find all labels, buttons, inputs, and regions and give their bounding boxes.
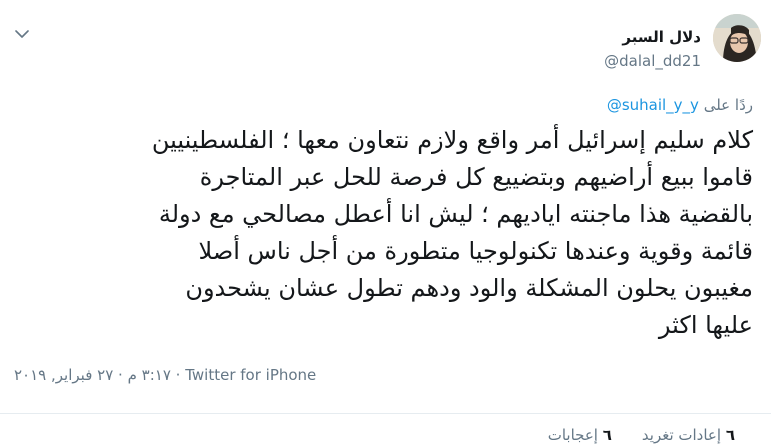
tweet-line: قائمة وقوية وعندها تكنولوجيا متطورة من أ… xyxy=(198,237,753,265)
retweets-stat[interactable]: ٦ إعادات تغريد xyxy=(642,426,735,444)
retweets-count: ٦ xyxy=(725,426,735,444)
tweet-line: مغيبون يحلون المشكلة والود ودهم تطول عشا… xyxy=(185,274,753,302)
reply-prefix: ردًا على xyxy=(703,96,753,114)
likes-label: إعجابات xyxy=(547,426,598,444)
tweet-time[interactable]: ٣:١٧ م xyxy=(128,366,171,384)
tweet-text: كلام سليم إسرائيل أمر واقع ولازم نتعاون … xyxy=(13,122,753,344)
divider xyxy=(0,413,771,414)
tweet-metadata: ٢٧ فبراير, ٢٠١٩ · ٣:١٧ م · Twitter for i… xyxy=(14,366,316,384)
tweet-line: بالقضية هذا ماجنته اياديهم ؛ ليش انا أعط… xyxy=(158,200,753,228)
user-handle[interactable]: @dalal_dd21 xyxy=(604,52,701,70)
tweet-card: دلال السبر @dalal_dd21 ردًا على @suhail_… xyxy=(0,0,771,448)
reply-context: ردًا على @suhail_y_y xyxy=(607,96,753,114)
likes-stat[interactable]: ٦ إعجابات xyxy=(548,426,612,444)
tweet-line: كلام سليم إسرائيل أمر واقع ولازم نتعاون … xyxy=(151,126,753,154)
reply-mention-link[interactable]: @suhail_y_y xyxy=(607,96,699,114)
retweets-label: إعادات تغريد xyxy=(641,426,722,444)
tweet-line: قاموا ببيع أراضيهم وبتضييع كل فرصة للحل … xyxy=(199,163,753,191)
meta-separator: · xyxy=(175,366,186,384)
avatar[interactable] xyxy=(713,14,761,62)
likes-count: ٦ xyxy=(602,426,612,444)
avatar-image xyxy=(713,14,761,62)
tweet-source[interactable]: Twitter for iPhone xyxy=(185,366,316,384)
tweet-date[interactable]: ٢٧ فبراير, ٢٠١٩ xyxy=(14,366,113,384)
meta-separator: · xyxy=(118,366,128,384)
display-name[interactable]: دلال السبر xyxy=(622,28,701,46)
tweet-line: عليها اكثر xyxy=(658,311,753,339)
chevron-down-icon[interactable] xyxy=(12,26,32,42)
tweet-stats: ٦ إعادات تغريد ٦ إعجابات xyxy=(548,426,735,444)
